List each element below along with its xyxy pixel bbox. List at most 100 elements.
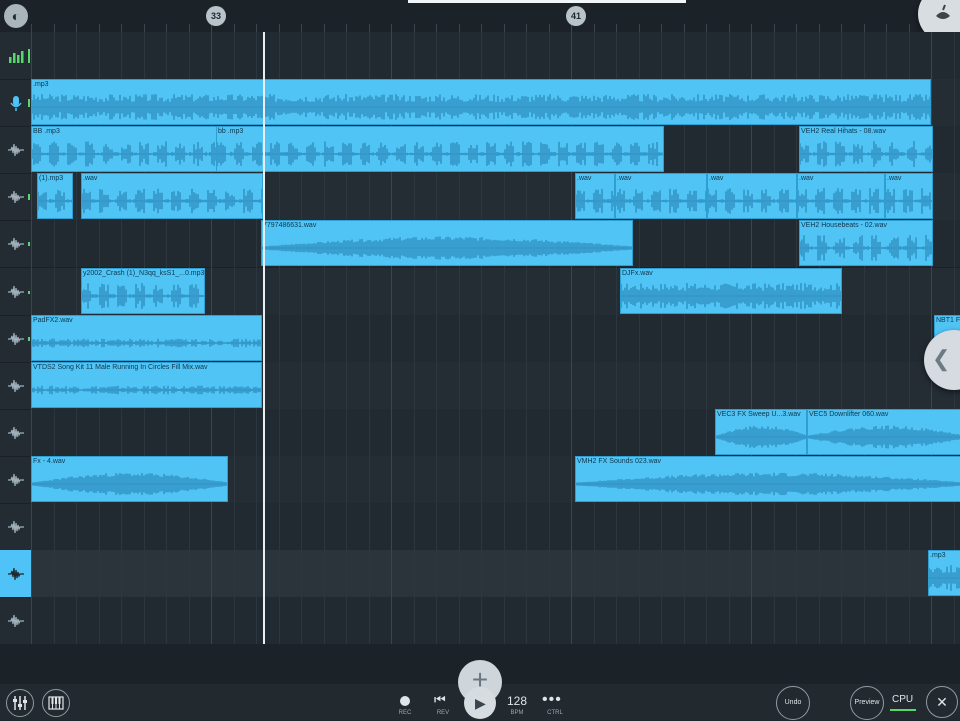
ruler-tick <box>414 24 415 32</box>
clip-waveform <box>708 184 796 218</box>
audio-clip[interactable]: .wav <box>81 173 263 219</box>
ruler-tick <box>639 24 640 32</box>
track-header-12[interactable] <box>0 550 31 598</box>
audio-clip[interactable]: VEC3 FX Sweep U...3.wav <box>715 409 807 455</box>
loop-region[interactable] <box>408 0 686 3</box>
track-header-2[interactable] <box>0 79 31 127</box>
cpu-meter-label[interactable]: CPU <box>892 694 913 705</box>
audio-clip[interactable]: .wav <box>575 173 615 219</box>
audio-clip[interactable]: DJFx.wav <box>620 268 842 314</box>
audio-clip[interactable]: VEH2 Real Hihats - 08.wav <box>799 126 933 172</box>
clip-waveform <box>32 467 227 501</box>
audio-clip[interactable]: VMH2 FX Sounds 023.wav <box>575 456 960 502</box>
track-header-10[interactable] <box>0 456 31 504</box>
rewind-button[interactable]: ⏮ <box>434 692 446 708</box>
audio-clip[interactable]: .mp3 <box>928 550 960 596</box>
ruler-tick <box>706 24 707 32</box>
clip-name: NBT1 F <box>936 317 960 324</box>
track-header-4[interactable] <box>0 173 31 221</box>
ruler-tick <box>369 24 370 32</box>
playhead[interactable] <box>263 32 265 644</box>
more-controls-button[interactable]: ••• <box>542 691 562 709</box>
clip-name: (1).mp3 <box>39 175 64 182</box>
more-dots-icon: ••• <box>542 691 562 708</box>
piano-keys-icon <box>48 696 64 710</box>
track-header-column <box>0 32 31 645</box>
track-header-9[interactable] <box>0 409 31 457</box>
track-header-6[interactable] <box>0 268 31 316</box>
track-lane[interactable] <box>31 32 960 80</box>
fl-logo-button[interactable]: ◐ <box>4 4 28 28</box>
track-header-11[interactable] <box>0 503 31 551</box>
level-meter <box>28 99 30 107</box>
audio-clip[interactable]: Fx - 4.wav <box>31 456 228 502</box>
level-meter <box>28 290 30 294</box>
bpm-value[interactable]: 128 <box>504 694 530 708</box>
audio-clip[interactable]: PadFX2.wav <box>31 315 262 361</box>
ruler-tick <box>796 24 797 32</box>
audio-clip[interactable]: VEH2 Housebeats - 02.wav <box>799 220 933 266</box>
rec-label: REC <box>398 710 412 716</box>
bpm-label: BPM <box>510 710 524 716</box>
track-lane[interactable] <box>31 503 960 551</box>
audio-clip[interactable]: y2002_Crash (1)_N3qq_ksS1_...0.mp3 <box>81 268 205 314</box>
ruler-tick <box>301 24 302 32</box>
track-header-8[interactable] <box>0 362 31 410</box>
ruler-tick <box>234 24 235 32</box>
mixer-button[interactable] <box>6 689 34 717</box>
clip-name: VTDS2 Song Kit 11 Male Running In Circle… <box>33 364 208 371</box>
track-lane[interactable] <box>31 597 960 644</box>
preview-button[interactable]: Preview <box>850 686 884 720</box>
playlist-grid[interactable]: .mp3 BB .mp3 bb .mp3 VEH2 Real Hihats - 08.… <box>31 32 960 644</box>
audio-clip[interactable]: VTDS2 Song Kit 11 Male Running In Circle… <box>31 362 262 408</box>
clip-waveform <box>38 184 72 218</box>
close-button[interactable]: ✕ <box>926 686 958 718</box>
audio-clip[interactable]: 7797486631.wav <box>261 220 633 266</box>
waveform-icon <box>7 285 24 298</box>
clip-waveform <box>716 420 806 454</box>
level-meter <box>28 194 30 200</box>
track-header-7[interactable] <box>0 315 31 363</box>
audio-clip[interactable]: (1).mp3 <box>37 173 73 219</box>
waveform-icon <box>7 426 24 439</box>
audio-clip[interactable]: .wav <box>797 173 885 219</box>
audio-clip[interactable]: bb .mp3 <box>216 126 664 172</box>
clip-name: .mp3 <box>930 552 946 559</box>
play-button[interactable]: ▶ <box>464 687 496 719</box>
track-header-3[interactable] <box>0 126 31 174</box>
bar-marker-33[interactable]: 33 <box>206 6 226 26</box>
audio-clip[interactable]: .mp3 <box>31 79 931 125</box>
chevron-left-icon: ❮ <box>932 346 951 371</box>
track-header-13[interactable] <box>0 597 31 645</box>
ruler-tick <box>256 24 257 32</box>
audio-clip[interactable]: .wav <box>707 173 797 219</box>
clip-name: .wav <box>617 175 632 182</box>
ruler-tick <box>121 24 122 32</box>
ruler-tick <box>661 24 662 32</box>
timeline-ruler[interactable] <box>0 0 960 32</box>
clip-waveform <box>929 561 960 595</box>
record-button[interactable] <box>400 696 410 706</box>
track-header-5[interactable] <box>0 220 31 268</box>
bar-marker-41[interactable]: 41 <box>566 6 586 26</box>
clip-waveform <box>32 373 261 407</box>
undo-button[interactable]: Undo <box>776 686 810 720</box>
audio-clip[interactable]: VEC5 Downlifter 060.wav <box>807 409 960 455</box>
clip-waveform <box>800 137 932 171</box>
audio-clip[interactable]: .wav <box>615 173 707 219</box>
cpu-meter-bar <box>890 709 916 711</box>
track-lane[interactable] <box>31 550 960 598</box>
audio-clip[interactable]: .wav <box>885 173 933 219</box>
piano-roll-button[interactable] <box>42 689 70 717</box>
clip-name: y2002_Crash (1)_N3qq_ksS1_...0.mp3 <box>83 270 205 277</box>
clip-name: VEH2 Real Hihats - 08.wav <box>801 128 886 135</box>
ruler-tick <box>31 24 32 32</box>
track-header-1[interactable] <box>0 32 31 80</box>
clip-waveform <box>82 279 204 313</box>
waveform-icon <box>7 567 24 580</box>
waveform-icon <box>7 143 24 156</box>
ruler-tick <box>526 24 527 32</box>
clip-name: PadFX2.wav <box>33 317 73 324</box>
clip-waveform <box>82 184 262 218</box>
clip-waveform <box>808 420 960 454</box>
